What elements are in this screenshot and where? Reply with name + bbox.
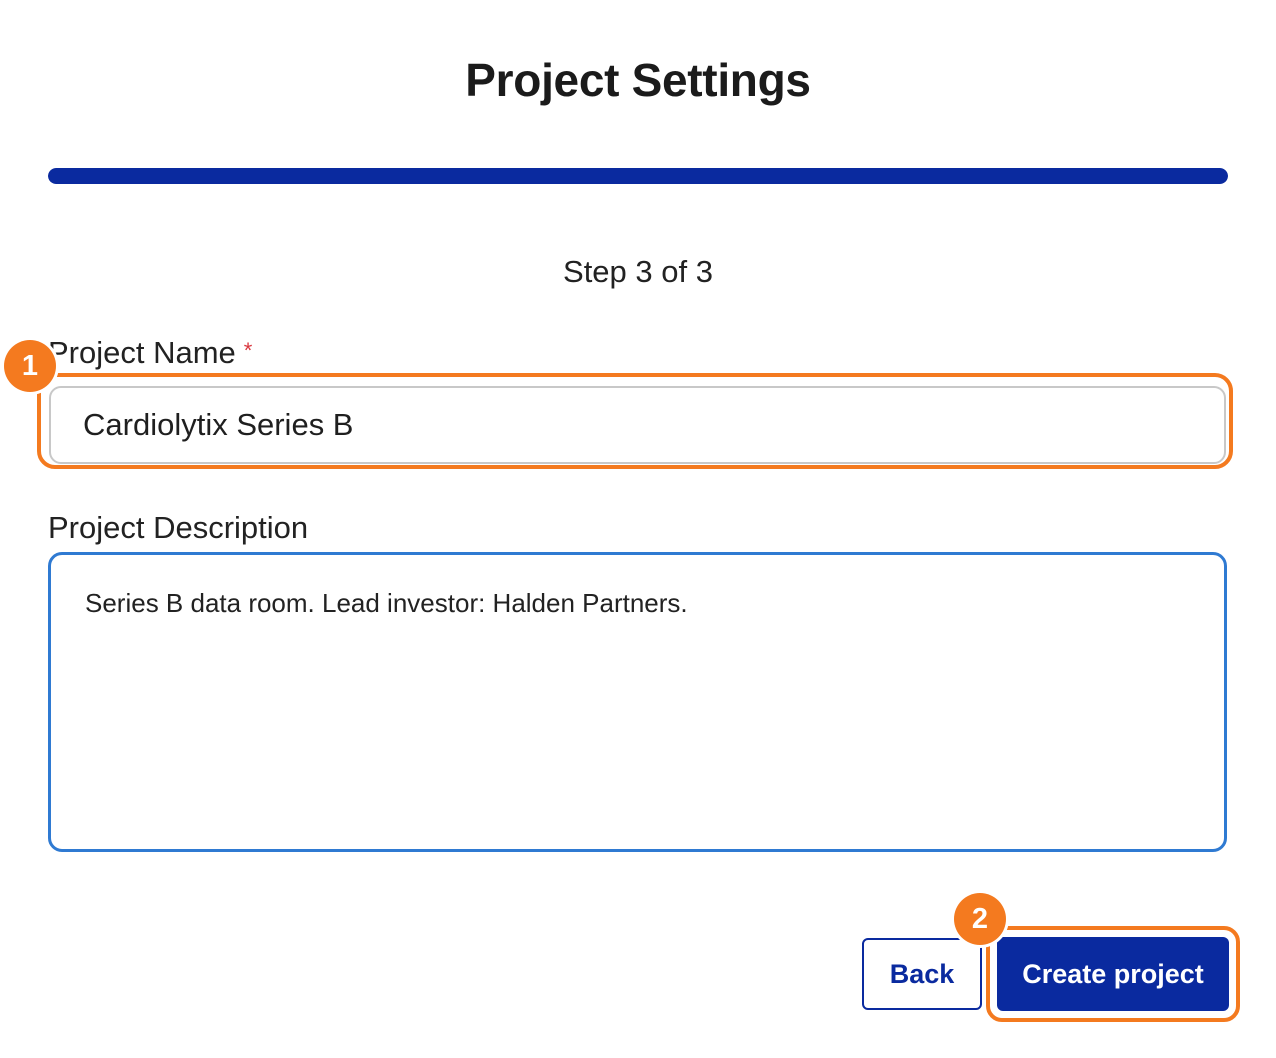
required-marker: *	[243, 338, 253, 363]
project-name-label: Project Name *	[48, 333, 252, 373]
back-button[interactable]: Back	[862, 938, 982, 1010]
project-description-textarea[interactable]: Series B data room. Lead investor: Halde…	[48, 552, 1227, 852]
project-name-input[interactable]: Cardiolytix Series B	[49, 386, 1226, 464]
annotation-badge-2: 2	[954, 893, 1006, 945]
project-description-label: Project Description	[48, 510, 309, 545]
progress-bar-fill	[48, 168, 1228, 184]
progress-bar	[48, 168, 1228, 184]
page-title: Project Settings	[465, 54, 811, 106]
project-name-label-text: Project Name	[48, 335, 236, 370]
step-indicator: Step 3 of 3	[563, 254, 713, 289]
annotation-badge-1: 1	[4, 340, 56, 392]
project-settings-page: Project Settings Step 3 of 3 Project Nam…	[0, 0, 1276, 1058]
create-project-button[interactable]: Create project	[997, 937, 1229, 1011]
